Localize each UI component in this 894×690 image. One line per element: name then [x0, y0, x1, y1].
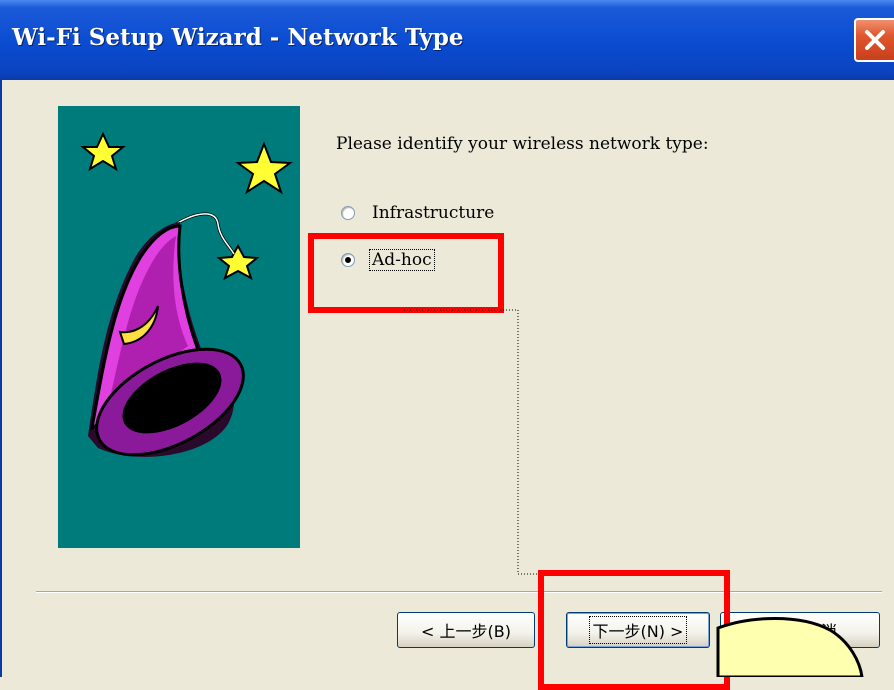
adhoc-highlight-annotation [308, 233, 504, 313]
title-bar: Wi-Fi Setup Wizard - Network Type [0, 0, 894, 80]
wizard-hat-icon [80, 131, 293, 457]
infrastructure-option[interactable]: Infrastructure [341, 201, 496, 225]
footer-separator [36, 591, 882, 593]
callout-bubble [710, 612, 894, 677]
star-icon [80, 131, 126, 172]
infrastructure-label[interactable]: Infrastructure [370, 203, 496, 223]
wizard-illustration [58, 106, 300, 548]
window-title: Wi-Fi Setup Wizard - Network Type [12, 24, 464, 51]
infrastructure-radio[interactable] [341, 206, 355, 220]
back-button[interactable]: < 上一步(B) [397, 612, 535, 648]
network-type-prompt: Please identify your wireless network ty… [336, 134, 709, 154]
next-highlight-annotation [538, 570, 730, 690]
star-icon [216, 243, 260, 281]
star-icon [235, 141, 293, 195]
annotation-connector [404, 309, 548, 575]
close-x-icon [865, 30, 885, 50]
close-button[interactable] [854, 18, 894, 62]
